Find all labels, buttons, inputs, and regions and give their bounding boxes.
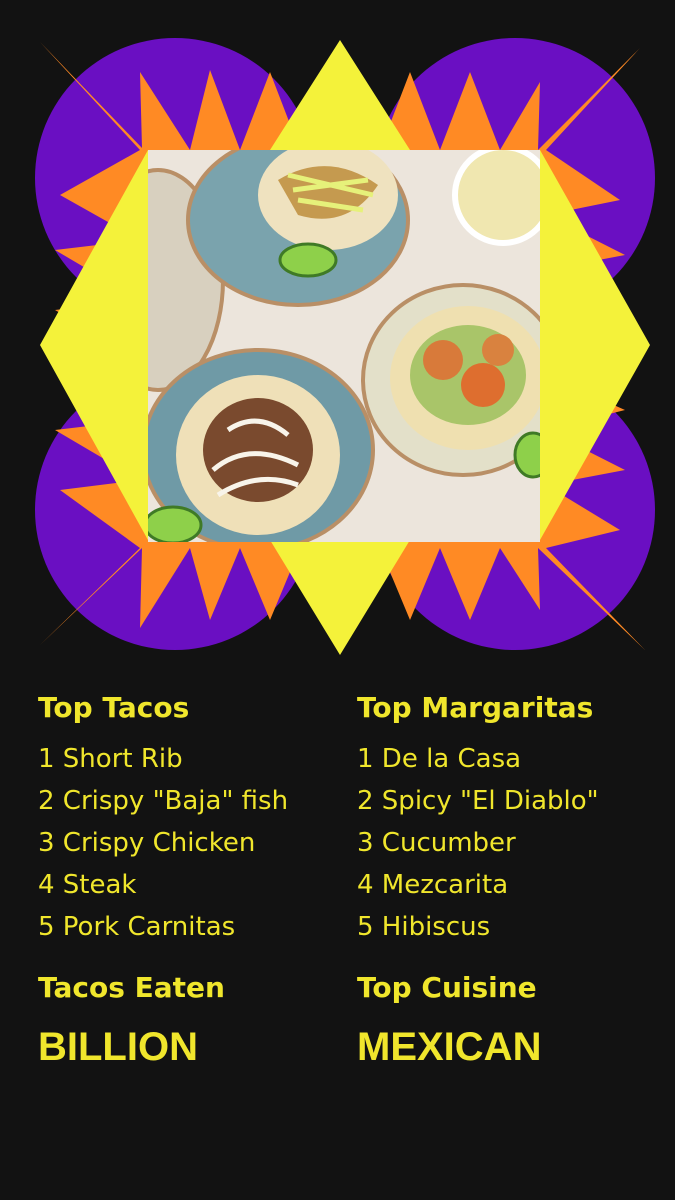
tacos-eaten-heading: Tacos Eaten — [38, 971, 225, 1004]
list-item: 3 Crispy Chicken — [38, 828, 256, 858]
list-item: 1 Short Rib — [38, 744, 183, 774]
tacos-photo — [148, 150, 540, 542]
top-tacos-heading: Top Tacos — [38, 691, 190, 724]
tacos-eaten-value: BILLION — [38, 1025, 198, 1069]
top-margaritas-list: 1 De la Casa 2 Spicy "El Diablo" 3 Cucum… — [357, 738, 599, 948]
list-item: 1 De la Casa — [357, 744, 522, 774]
lime-right — [513, 431, 540, 479]
wrapped-card: Top Tacos 1 Short Rib 2 Crispy "Baja" fi… — [0, 0, 675, 1200]
list-item: 3 Cucumber — [357, 828, 516, 858]
stats-section: Top Tacos 1 Short Rib 2 Crispy "Baja" fi… — [0, 680, 675, 1200]
margarita-glass — [452, 150, 540, 246]
lime-bottom — [148, 505, 203, 542]
list-item: 4 Steak — [38, 870, 137, 900]
cauliflower-1 — [423, 340, 463, 380]
lime-top — [278, 242, 338, 278]
list-item: 4 Mezcarita — [357, 870, 509, 900]
top-cuisine-heading: Top Cuisine — [357, 971, 537, 1004]
list-item: 5 Hibiscus — [357, 912, 491, 942]
top-margaritas-heading: Top Margaritas — [357, 691, 594, 724]
cauliflower-2 — [461, 363, 505, 407]
list-item: 2 Crispy "Baja" fish — [38, 786, 289, 816]
list-item: 5 Pork Carnitas — [38, 912, 236, 942]
cauliflower-3 — [482, 334, 514, 366]
list-item: 2 Spicy "El Diablo" — [357, 786, 599, 816]
top-cuisine-value: MEXICAN — [357, 1025, 542, 1069]
top-tacos-list: 1 Short Rib 2 Crispy "Baja" fish 3 Crisp… — [38, 738, 288, 948]
